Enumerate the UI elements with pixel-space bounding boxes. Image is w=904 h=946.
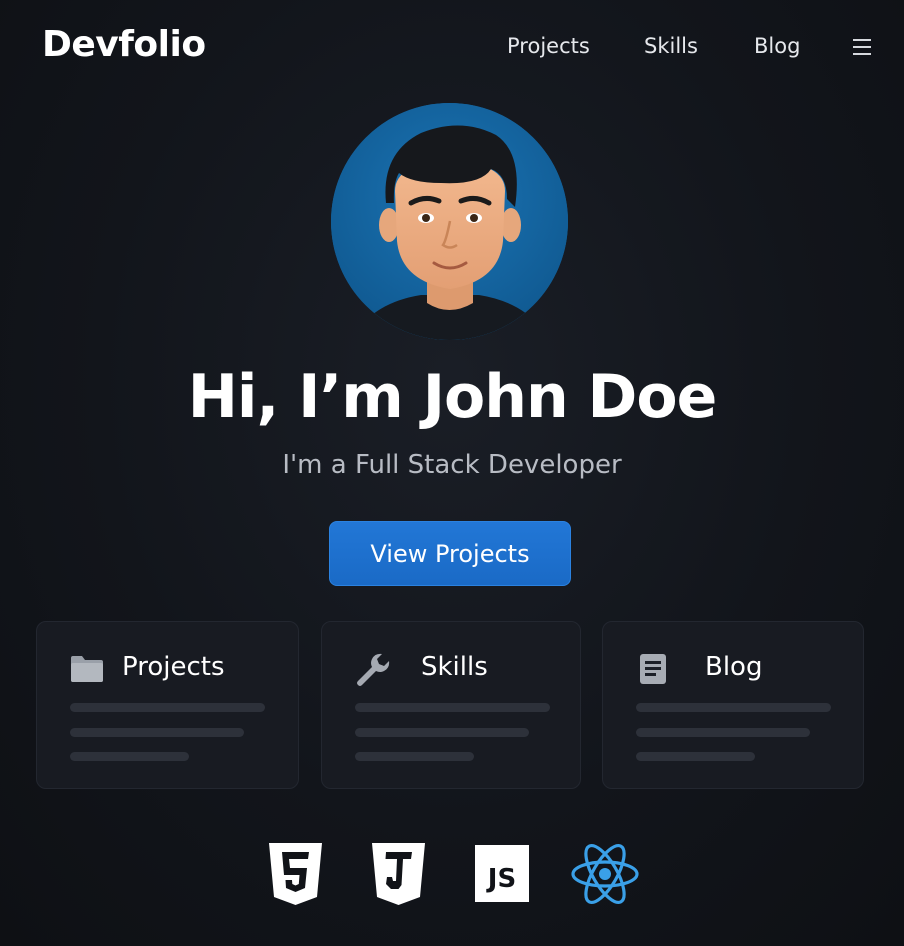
card-blog[interactable]: Blog <box>602 621 864 789</box>
card-title: Blog <box>705 652 763 682</box>
card-title: Projects <box>122 652 225 682</box>
html5-icon <box>269 843 322 905</box>
placeholder-line <box>70 728 244 737</box>
hamburger-menu-icon[interactable] <box>853 39 871 56</box>
view-projects-button[interactable]: View Projects <box>329 521 571 586</box>
avatar <box>331 103 568 340</box>
site-header: Devfolio Projects Skills Blog <box>0 0 904 96</box>
nav-link-skills[interactable]: Skills <box>644 34 698 58</box>
brand-logo[interactable]: Devfolio <box>42 24 206 65</box>
folder-icon <box>70 652 104 686</box>
svg-text:JS: JS <box>486 864 516 894</box>
css3-icon <box>372 843 425 905</box>
react-icon <box>570 843 640 905</box>
wrench-icon <box>355 652 390 686</box>
developer-avatar-illustration <box>331 103 568 340</box>
card-projects[interactable]: Projects <box>36 621 299 789</box>
placeholder-line <box>355 752 474 761</box>
document-icon <box>636 652 670 686</box>
placeholder-line <box>70 752 189 761</box>
placeholder-line <box>70 703 265 712</box>
card-skills[interactable]: Skills <box>321 621 581 789</box>
placeholder-line <box>636 703 831 712</box>
card-title: Skills <box>421 652 488 682</box>
placeholder-line <box>355 728 529 737</box>
javascript-icon: JS <box>475 845 529 902</box>
nav-link-blog[interactable]: Blog <box>754 34 800 58</box>
placeholder-line <box>355 703 550 712</box>
hero-subtitle: I'm a Full Stack Developer <box>282 450 622 480</box>
nav-link-projects[interactable]: Projects <box>507 34 590 58</box>
hero-title: Hi, I’m John Doe <box>187 362 718 432</box>
placeholder-line <box>636 752 755 761</box>
placeholder-line <box>636 728 810 737</box>
